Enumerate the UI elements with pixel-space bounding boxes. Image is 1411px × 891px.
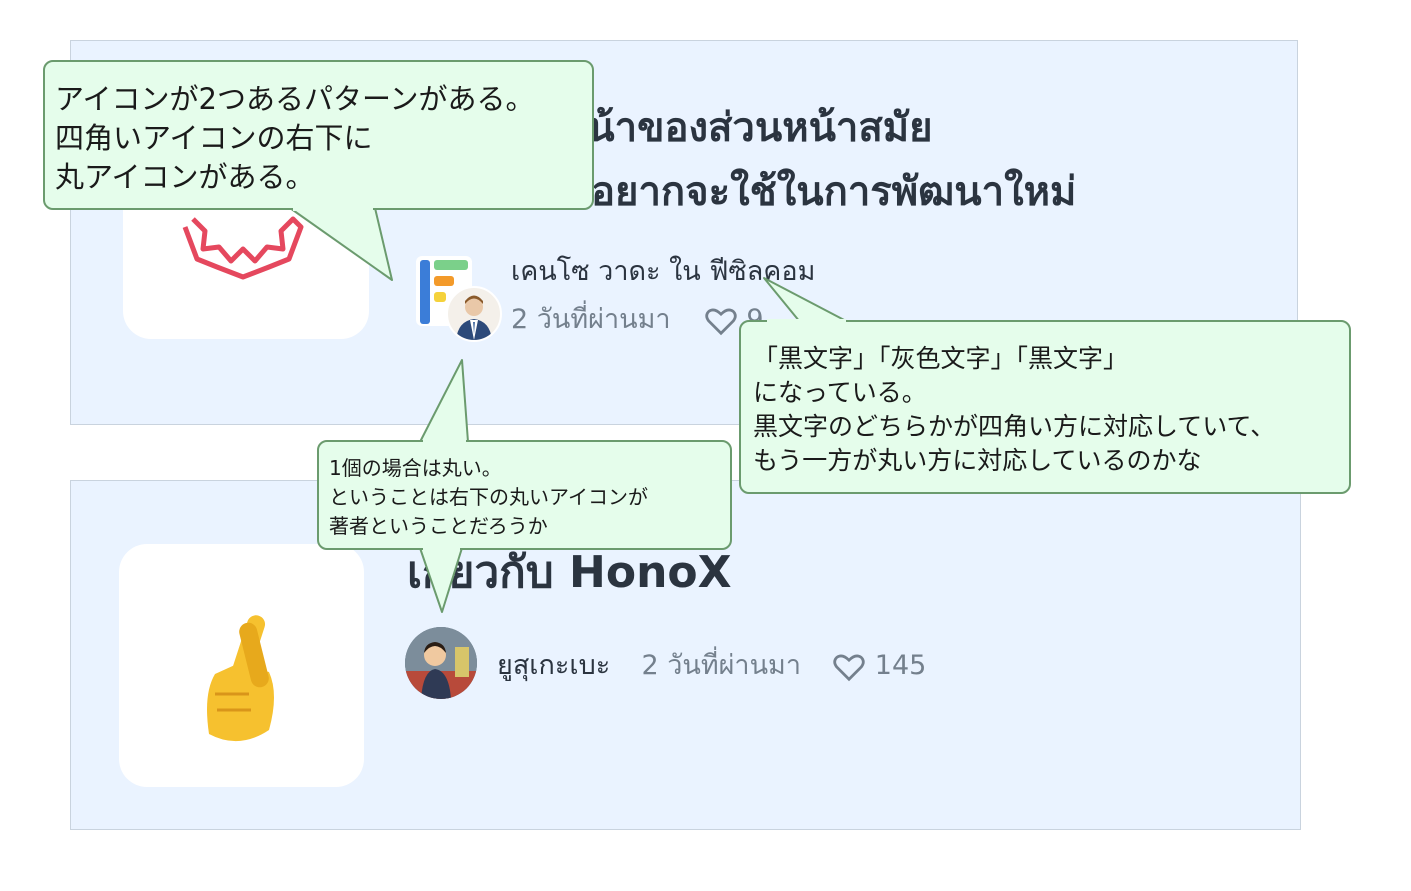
heart-icon[interactable] (704, 306, 738, 336)
article-thumbnail[interactable] (119, 544, 364, 787)
author-avatar[interactable] (446, 286, 502, 342)
post-time: 2 วันที่ผ่านมา (641, 650, 802, 681)
author-line[interactable]: เคนโซ วาดะ ใน ฟีซิลคอม (511, 249, 815, 292)
like-count: 145 (874, 650, 927, 681)
heart-icon[interactable] (832, 652, 866, 682)
author-name[interactable]: ยูสุเกะเบะ (497, 650, 610, 681)
annotation-callout-3: 1個の場合は丸い。 ということは右下の丸いアイコンが 著者ということだろうか (317, 440, 732, 550)
author-name[interactable]: เคนโซ วาดะ ใน ฟีซิลคอม (511, 256, 815, 287)
crossed-fingers-icon (207, 615, 274, 742)
author-avatar[interactable] (405, 627, 477, 699)
post-time: 2 วันที่ผ่านมา (511, 304, 671, 335)
article-meta: 2 วันที่ผ่านมา 9 (511, 297, 764, 340)
child-photo-avatar-icon (405, 627, 477, 699)
article-meta: ยูสุเกะเบะ 2 วันที่ผ่านมา 145 (497, 643, 926, 686)
annotation-callout-1: アイコンが2つあるパターンがある。 四角いアイコンの右下に 丸アイコンがある。 (43, 60, 594, 210)
article-title[interactable]: เกี่ยวกับ HonoX (407, 543, 732, 603)
annotation-callout-2: 「黒文字」「灰色文字」「黒文字」 になっている。 黒文字のどちらかが四角い方に対… (739, 320, 1351, 494)
person-avatar-icon (456, 295, 492, 340)
